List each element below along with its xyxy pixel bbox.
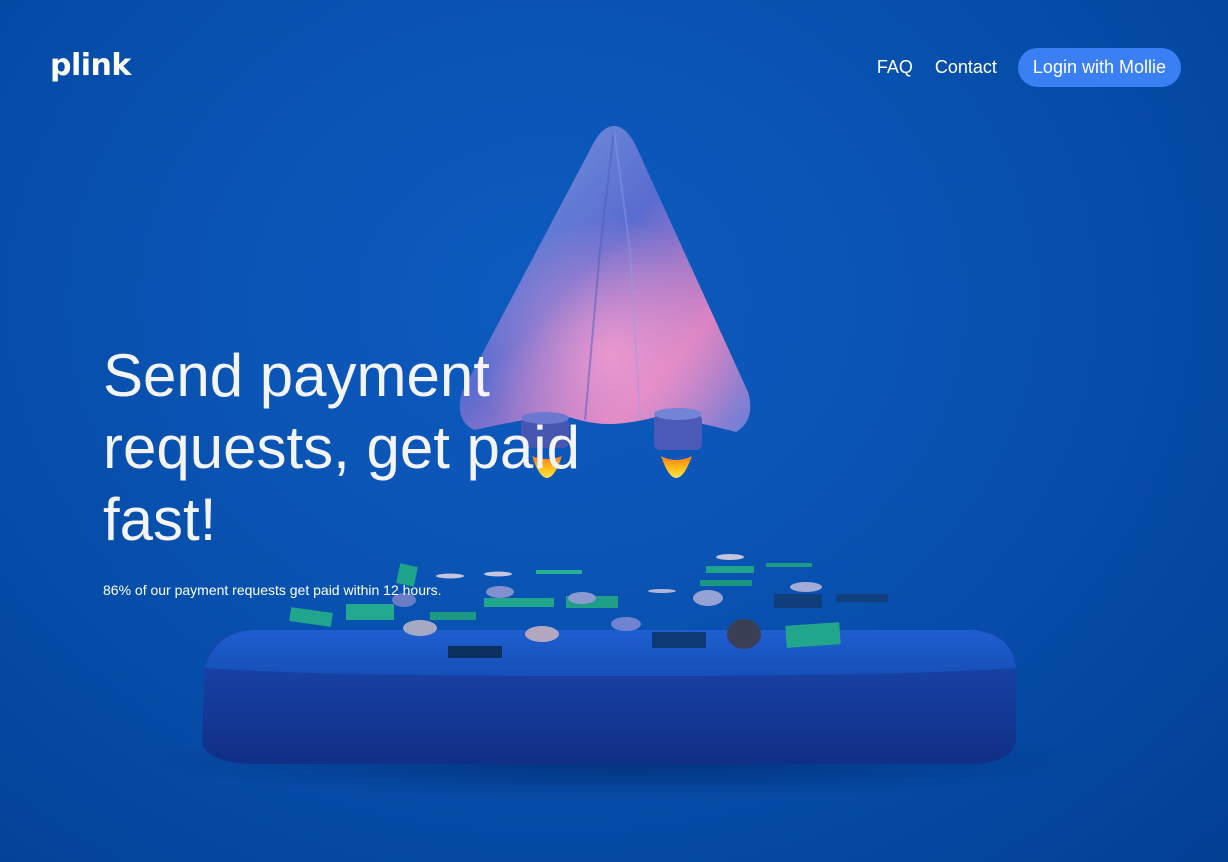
hero-headline: Send payment requests, get paid fast!: [103, 342, 580, 553]
faq-link[interactable]: FAQ: [877, 57, 913, 78]
plink-logo[interactable]: plink: [50, 46, 131, 86]
platform: [202, 630, 1016, 764]
login-with-mollie-button[interactable]: Login with Mollie: [1017, 48, 1181, 87]
hero-subtext: 86% of our payment requests get paid wit…: [103, 582, 442, 598]
contact-link[interactable]: Contact: [935, 57, 997, 78]
top-nav: FAQ Contact Login with Mollie: [877, 48, 1181, 87]
